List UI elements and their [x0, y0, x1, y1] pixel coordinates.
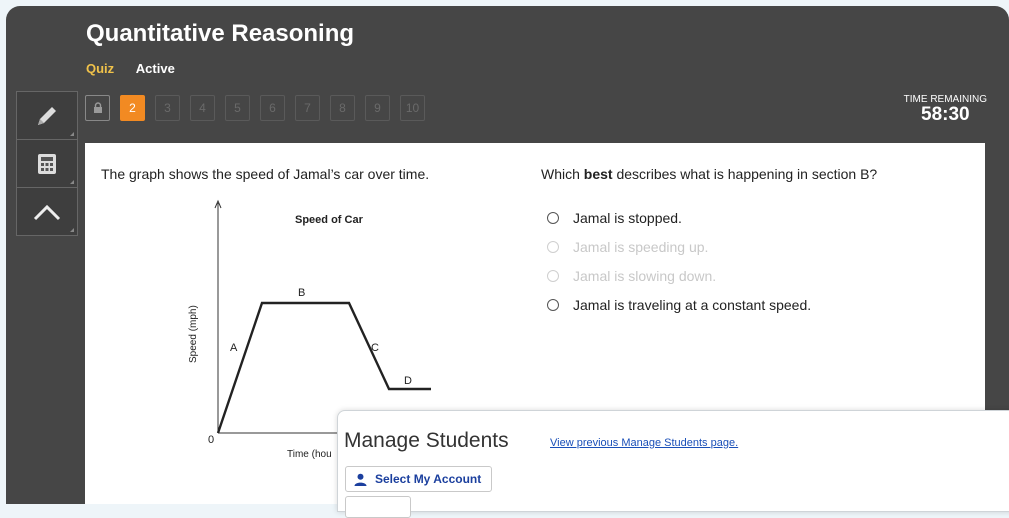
- answer-option-label: Jamal is speeding up.: [573, 238, 709, 255]
- origin-label: 0: [208, 434, 214, 446]
- radio-button: [547, 240, 559, 253]
- pencil-icon: [38, 106, 56, 125]
- question-navigator: 2 3 4 5 6 7 8 9 10: [85, 95, 425, 121]
- secondary-button[interactable]: [345, 496, 411, 518]
- select-account-label: Select My Account: [375, 472, 482, 486]
- lock-icon: [93, 102, 102, 113]
- answer-option: Jamal is speeding up.: [547, 232, 811, 261]
- locked-question-button[interactable]: [85, 95, 110, 121]
- answer-option[interactable]: Jamal is traveling at a constant speed.: [547, 290, 811, 319]
- section-label-a: A: [230, 342, 238, 354]
- answer-options: Jamal is stopped. Jamal is speeding up. …: [547, 203, 811, 319]
- question-button[interactable]: 3: [155, 95, 180, 121]
- question-button[interactable]: 8: [330, 95, 355, 121]
- ask-text-pre: Which: [541, 166, 584, 182]
- panel-title: Manage Students: [344, 429, 509, 452]
- line-tool-button[interactable]: [16, 187, 78, 236]
- question-ask: Which best describes what is happening i…: [541, 166, 877, 182]
- answer-option-label: Jamal is stopped.: [573, 209, 682, 226]
- question-button[interactable]: 10: [400, 95, 425, 121]
- question-button[interactable]: 6: [260, 95, 285, 121]
- calculator-icon: [38, 153, 56, 174]
- timer: TIME REMAINING 58:30: [904, 94, 987, 126]
- question-button[interactable]: 5: [225, 95, 250, 121]
- calculator-tool-button[interactable]: [16, 139, 78, 187]
- question-button[interactable]: 4: [190, 95, 215, 121]
- page-title: Quantitative Reasoning: [86, 20, 355, 47]
- answer-option: Jamal is slowing down.: [547, 261, 811, 290]
- x-axis-label: Time (hou: [287, 449, 332, 460]
- mode-label: Quiz: [86, 61, 115, 76]
- status-label: Active: [135, 61, 175, 76]
- tool-palette: [16, 91, 78, 236]
- timer-value: 58:30: [921, 104, 970, 125]
- select-account-button[interactable]: Select My Account: [345, 466, 493, 492]
- section-label-d: D: [404, 375, 412, 387]
- section-label-c: C: [371, 342, 379, 354]
- section-label-b: B: [298, 287, 305, 299]
- manage-students-panel: Manage Students View previous Manage Stu…: [337, 410, 1009, 518]
- answer-option-label: Jamal is slowing down.: [573, 267, 717, 284]
- radio-button[interactable]: [547, 298, 559, 311]
- pencil-tool-button[interactable]: [16, 91, 78, 139]
- y-axis-label: Speed (mph): [188, 305, 199, 363]
- radio-button: [547, 269, 559, 282]
- question-button[interactable]: 7: [295, 95, 320, 121]
- answer-option-label: Jamal is traveling at a constant speed.: [573, 296, 812, 313]
- ask-text-post: describes what is happening in section B…: [612, 166, 878, 182]
- previous-page-link[interactable]: View previous Manage Students page.: [550, 437, 738, 449]
- graph-title: Speed of Car: [295, 214, 364, 226]
- answer-option[interactable]: Jamal is stopped.: [547, 203, 811, 232]
- question-button[interactable]: 9: [365, 95, 390, 121]
- radio-button[interactable]: [547, 211, 559, 224]
- line-tool-icon: [33, 204, 61, 220]
- quiz-status-row: Quiz Active: [86, 61, 175, 76]
- question-button[interactable]: 2: [120, 95, 145, 121]
- ask-text-bold: best: [583, 166, 613, 182]
- user-icon: [354, 473, 367, 486]
